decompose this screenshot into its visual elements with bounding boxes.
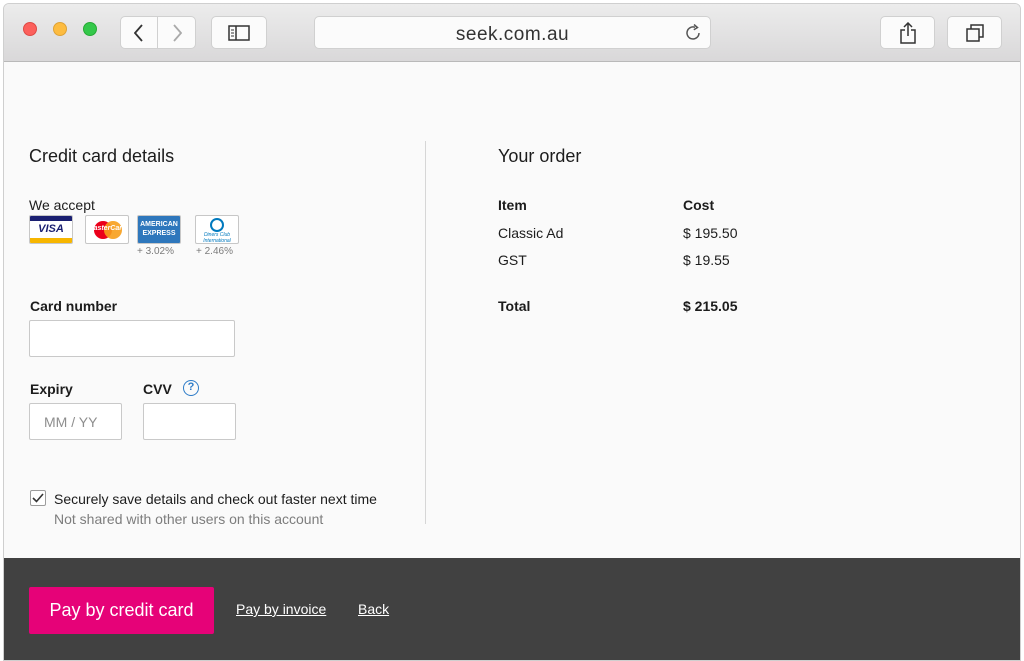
diners-card-logo: Diners Club International	[195, 215, 239, 244]
card-number-label: Card number	[30, 298, 118, 314]
order-item-name: Classic Ad	[498, 225, 564, 241]
url-text: seek.com.au	[455, 24, 570, 45]
amex-card-logo: AMERICAN EXPRESS	[137, 215, 181, 244]
order-item-cost: $ 195.50	[683, 225, 738, 241]
mastercard-logo: MasterCard	[85, 215, 129, 244]
back-nav-button[interactable]	[121, 17, 159, 48]
checkout-content: Credit card details We accept VISA Maste…	[4, 62, 1020, 558]
expiry-label: Expiry	[30, 381, 73, 397]
back-link[interactable]: Back	[358, 601, 389, 617]
expiry-input[interactable]: MM / YY	[29, 403, 122, 440]
pay-by-credit-card-button[interactable]: Pay by credit card	[29, 587, 214, 634]
expiry-placeholder: MM / YY	[44, 414, 98, 430]
your-order-title: Your order	[498, 146, 582, 166]
cvv-label: CVV	[143, 381, 172, 397]
order-item-cost: $ 19.55	[683, 252, 730, 268]
cvv-help-icon[interactable]: ?	[183, 380, 199, 396]
close-window-button[interactable]	[23, 22, 37, 36]
zoom-window-button[interactable]	[83, 22, 97, 36]
browser-window: seek.com.au Credit card details We accep…	[3, 3, 1021, 661]
history-nav-group	[120, 16, 196, 49]
save-details-note: Not shared with other users on this acco…	[54, 511, 324, 527]
sidebar-toggle-button[interactable]	[211, 16, 267, 49]
minimize-window-button[interactable]	[53, 22, 67, 36]
pay-by-invoice-link[interactable]: Pay by invoice	[236, 601, 326, 617]
share-button[interactable]	[880, 16, 935, 49]
total-value: $ 215.05	[683, 298, 738, 314]
we-accept-label: We accept	[29, 197, 95, 213]
checkmark-icon	[32, 493, 44, 503]
card-number-input[interactable]	[29, 320, 235, 357]
save-details-label[interactable]: Securely save details and check out fast…	[54, 491, 377, 507]
total-label: Total	[498, 298, 531, 314]
chevron-right-icon	[172, 23, 182, 42]
tabs-icon	[965, 23, 984, 42]
reload-button[interactable]	[684, 23, 702, 47]
forward-nav-button[interactable]	[158, 17, 195, 48]
order-item-name: GST	[498, 252, 527, 268]
amex-fee: + 3.02%	[137, 246, 174, 257]
save-details-checkbox[interactable]	[30, 490, 46, 506]
cvv-input[interactable]	[143, 403, 236, 440]
checkout-footer: Pay by credit card Pay by invoice Back	[4, 558, 1020, 660]
cost-column-header: Cost	[683, 197, 715, 213]
item-column-header: Item	[498, 197, 527, 213]
diners-fee: + 2.46%	[196, 246, 233, 257]
share-icon	[899, 21, 916, 44]
reload-icon	[686, 23, 700, 40]
column-divider	[425, 141, 426, 524]
chevron-left-icon	[134, 23, 143, 42]
sidebar-icon	[228, 24, 250, 41]
browser-toolbar: seek.com.au	[4, 4, 1020, 62]
address-bar[interactable]: seek.com.au	[314, 16, 711, 49]
tabs-overview-button[interactable]	[947, 16, 1002, 49]
visa-card-logo: VISA	[29, 215, 73, 244]
credit-card-title: Credit card details	[29, 146, 175, 166]
